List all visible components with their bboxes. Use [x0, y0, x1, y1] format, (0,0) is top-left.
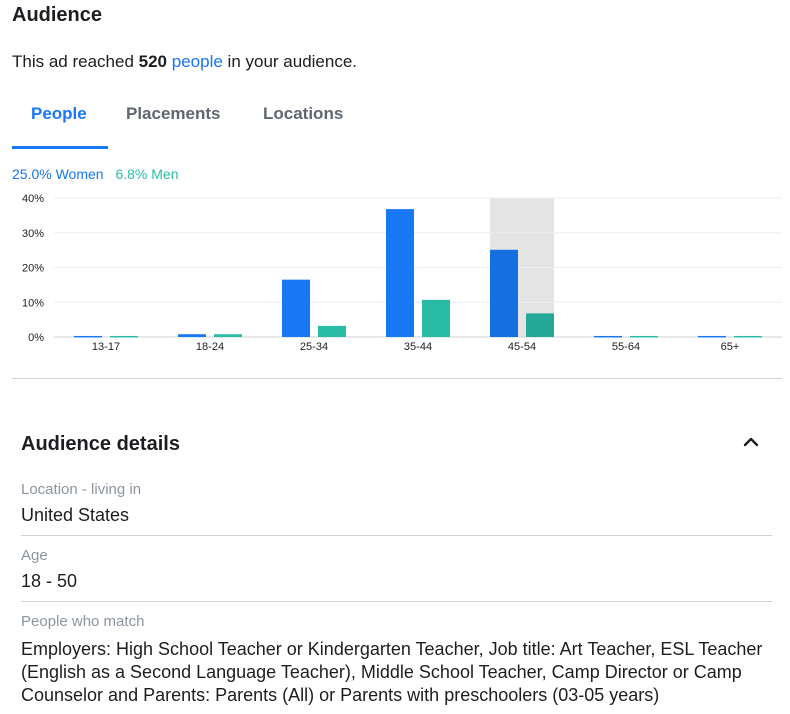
bar-women-18-24 — [178, 334, 206, 337]
reach-count: 520 — [138, 52, 168, 71]
x-tick-label: 25-34 — [300, 341, 328, 353]
bar-women-35-44 — [386, 209, 414, 337]
x-tick-label: 13-17 — [92, 341, 120, 353]
bar-men-25-34 — [318, 325, 346, 337]
detail-divider — [21, 535, 772, 536]
bar-women-45-54 — [490, 249, 518, 337]
people-match-value: Employers: High School Teacher or Kinder… — [21, 639, 763, 705]
active-tab-indicator — [12, 146, 108, 149]
x-tick-label: 55-64 — [612, 341, 640, 353]
bar-men-65+ — [734, 335, 762, 338]
tab-locations[interactable]: Locations — [263, 104, 343, 124]
bar-men-18-24 — [214, 334, 242, 337]
gender-legend: 25.0% Women 6.8% Men — [12, 166, 179, 182]
x-tick-label: 65+ — [721, 341, 740, 353]
section-divider — [12, 378, 782, 379]
bar-women-13-17 — [74, 335, 102, 338]
bar-women-55-64 — [594, 335, 622, 338]
bar-women-65+ — [698, 335, 726, 338]
reach-suffix: in your audience. — [227, 52, 358, 71]
detail-divider — [21, 601, 772, 602]
reach-summary: This ad reached 520 people in your audie… — [12, 52, 357, 72]
y-tick-label: 30% — [22, 228, 44, 240]
chevron-up-icon[interactable] — [741, 432, 761, 452]
bar-men-35-44 — [422, 299, 450, 337]
bar-men-45-54 — [526, 313, 554, 337]
y-tick-label: 20% — [22, 263, 44, 275]
age-gender-chart: 0% 10% 20% 30% 40% 13-17 18-24 25-34 35-44 45-54 5… — [22, 193, 782, 353]
bar-men-13-17 — [110, 335, 138, 338]
audience-details-title: Audience details — [21, 433, 180, 455]
y-tick-label: 0% — [28, 332, 44, 344]
age-value: 18 - 50 — [21, 571, 78, 591]
x-tick-label: 18-24 — [196, 341, 224, 353]
y-tick-label: 10% — [22, 297, 44, 309]
legend-men: 6.8% Men — [115, 166, 179, 182]
tab-placements[interactable]: Placements — [126, 104, 221, 124]
bar-women-25-34 — [282, 279, 310, 337]
audience-heading: Audience — [12, 4, 103, 26]
location-label: Location - living in — [21, 481, 142, 498]
bar-men-55-64 — [630, 335, 658, 338]
legend-women: 25.0% Women — [12, 166, 104, 182]
location-value: United States — [21, 505, 130, 525]
x-tick-label: 35-44 — [404, 341, 432, 353]
x-tick-label: 45-54 — [508, 341, 536, 353]
people-match-label: People who match — [21, 613, 145, 630]
people-link[interactable]: people — [172, 52, 223, 71]
tab-people[interactable]: People — [31, 104, 87, 124]
age-label: Age — [21, 547, 48, 564]
y-tick-label: 40% — [22, 193, 44, 205]
reach-prefix: This ad reached — [12, 52, 134, 71]
